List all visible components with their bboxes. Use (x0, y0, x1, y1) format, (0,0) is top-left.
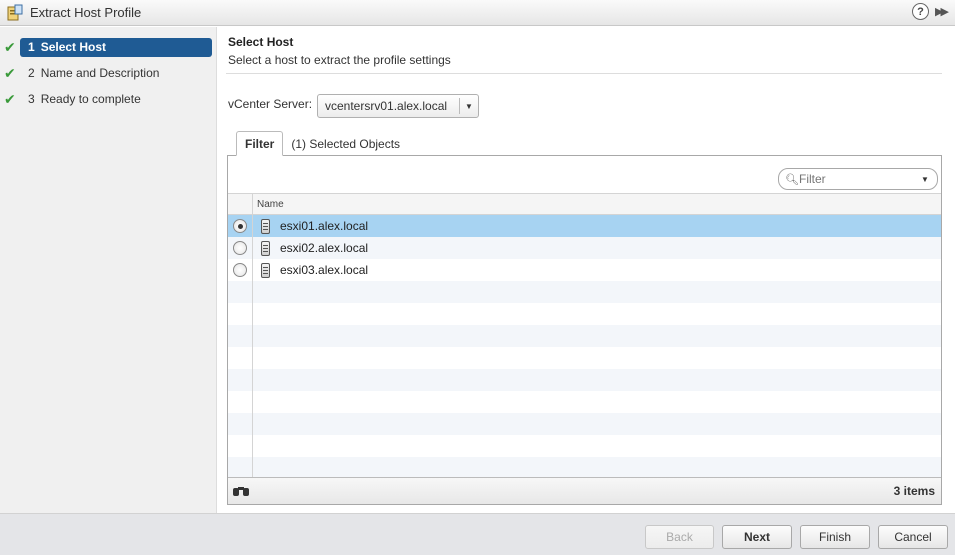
empty-row (228, 281, 941, 303)
vcenter-value: vcentersrv01.alex.local (325, 99, 448, 113)
host-name: esxi03.alex.local (280, 263, 369, 277)
grid-header: Name (228, 194, 941, 215)
tab-filter[interactable]: Filter (236, 131, 284, 156)
check-icon: ✔ (4, 38, 16, 55)
host-list-panel: 🔍︎ ▼ Name esxi01.alex.local esxi02.alex.… (227, 155, 942, 505)
table-row[interactable]: esxi03.alex.local (228, 259, 941, 281)
host-profile-icon (7, 4, 23, 20)
next-button[interactable]: Next (722, 525, 792, 549)
filter-input[interactable] (799, 172, 921, 186)
row-radio[interactable] (233, 241, 247, 255)
step-label: Name and Description (40, 66, 160, 80)
row-radio[interactable] (233, 263, 247, 277)
host-icon (261, 262, 270, 278)
chevron-down-icon[interactable]: ▼ (921, 175, 937, 184)
empty-row (228, 303, 941, 325)
step-select-host[interactable]: ✔ 1 Select Host (0, 37, 217, 57)
step-number: 3 (28, 92, 35, 106)
chevron-down-icon: ▼ (465, 101, 473, 111)
host-grid: Name esxi01.alex.local esxi02.alex.local… (228, 193, 941, 477)
wizard-button-bar: Back Next Finish Cancel (0, 513, 955, 555)
step-label: Ready to complete (40, 92, 141, 106)
empty-row (228, 435, 941, 457)
empty-row (228, 369, 941, 391)
empty-row (228, 413, 941, 435)
host-icon (261, 240, 270, 256)
empty-row (228, 391, 941, 413)
step-ready-to-complete[interactable]: ✔ 3 Ready to complete (0, 89, 217, 109)
step-content: Select Host Select a host to extract the… (218, 27, 955, 513)
host-name: esxi01.alex.local (280, 219, 369, 233)
divider (226, 73, 942, 74)
host-name: esxi02.alex.local (280, 241, 369, 255)
page-description: Select a host to extract the profile set… (228, 53, 451, 67)
vcenter-select[interactable]: vcentersrv01.alex.local ▼ (317, 94, 479, 118)
step-name-description[interactable]: ✔ 2 Name and Description (0, 63, 217, 83)
help-icon[interactable]: ? (912, 3, 929, 20)
page-title: Select Host (228, 35, 294, 49)
empty-row (228, 325, 941, 347)
table-row[interactable]: esxi02.alex.local (228, 237, 941, 259)
cancel-button[interactable]: Cancel (878, 525, 948, 549)
step-label: Select Host (40, 40, 107, 54)
grid-rows: esxi01.alex.local esxi02.alex.local esxi… (228, 215, 941, 477)
wizard-steps: ✔ 1 Select Host ✔ 2 Name and Description ✔… (0, 27, 217, 513)
empty-row (228, 457, 941, 477)
check-icon: ✔ (4, 90, 16, 107)
back-button[interactable]: Back (645, 525, 714, 549)
window-title: Extract Host Profile (30, 5, 142, 20)
step-number: 1 (28, 40, 35, 54)
binoculars-icon[interactable] (233, 485, 249, 497)
vcenter-label: vCenter Server: (228, 97, 313, 111)
tab-bar: Filter (1) Selected Objects (236, 131, 408, 156)
title-bar: Extract Host Profile ? ▶▶ (0, 0, 955, 26)
items-count: 3 items (893, 484, 935, 498)
check-icon: ✔ (4, 64, 16, 81)
search-icon: 🔍︎ (785, 173, 799, 186)
finish-button[interactable]: Finish (800, 525, 870, 549)
empty-row (228, 347, 941, 369)
select-column-header (228, 194, 253, 214)
column-header-name[interactable]: Name (253, 194, 284, 214)
host-icon (261, 218, 270, 234)
tab-selected-objects[interactable]: (1) Selected Objects (283, 131, 408, 156)
expand-icon[interactable]: ▶▶ (935, 5, 951, 18)
filter-box[interactable]: 🔍︎ ▼ (778, 168, 938, 190)
grid-footer: 3 items (228, 477, 941, 504)
row-radio[interactable] (233, 219, 247, 233)
table-row[interactable]: esxi01.alex.local (228, 215, 941, 237)
step-number: 2 (28, 66, 35, 80)
